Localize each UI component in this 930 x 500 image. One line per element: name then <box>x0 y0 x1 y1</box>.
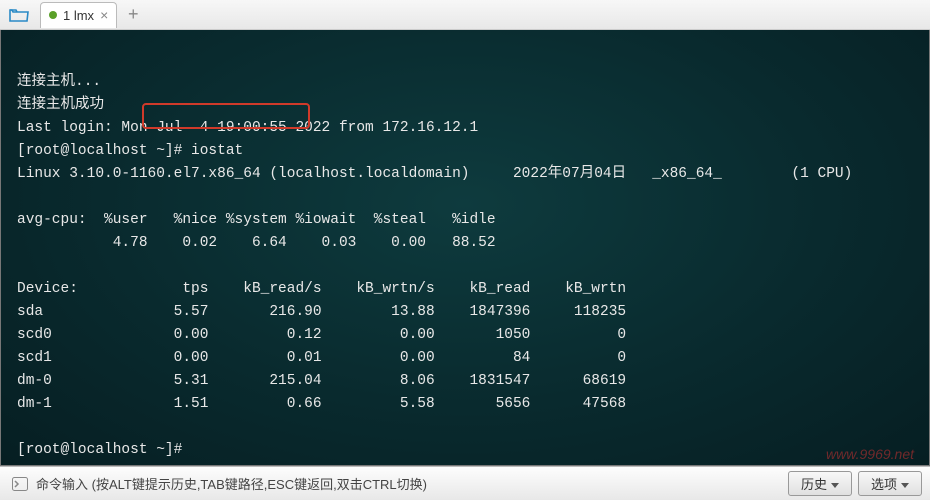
status-bar: 命令输入 (按ALT键提示历史,TAB键路径,ESC键返回,双击CTRL切换) … <box>0 466 930 500</box>
line-prompt2: [root@localhost ~]# <box>17 442 191 458</box>
line-last-login: Last login: Mon Jul 4 19:00:55 2022 from… <box>17 120 478 136</box>
watermark-text: www.9969.net <box>826 446 914 462</box>
line-dev-sda: sda 5.57 216.90 13.88 1847396 118235 <box>17 304 626 320</box>
tab-bar: 1 lmx × + <box>0 0 930 30</box>
tab-label: 1 lmx <box>63 8 94 23</box>
history-button[interactable]: 历史 <box>788 471 852 496</box>
line-dev-dm0: dm-0 5.31 215.04 8.06 1831547 68619 <box>17 373 626 389</box>
tab-session-1[interactable]: 1 lmx × <box>40 2 117 28</box>
chevron-down-icon <box>831 483 839 488</box>
line-cpu-header: avg-cpu: %user %nice %system %iowait %st… <box>17 212 496 228</box>
command-input-icon <box>12 477 28 491</box>
command-hint: 命令输入 (按ALT键提示历史,TAB键路径,ESC键返回,双击CTRL切换) <box>36 474 427 493</box>
line-dev-dm1: dm-1 1.51 0.66 5.58 5656 47568 <box>17 396 626 412</box>
tab-status-dot-icon <box>49 11 57 19</box>
line-dev-scd1: scd1 0.00 0.01 0.00 84 0 <box>17 350 626 366</box>
line-cpu-values: 4.78 0.02 6.64 0.03 0.00 88.52 <box>17 235 496 251</box>
tab-close-button[interactable]: × <box>100 8 108 22</box>
open-session-button[interactable] <box>4 3 34 27</box>
terminal-output[interactable]: 连接主机... 连接主机成功 Last login: Mon Jul 4 19:… <box>0 30 930 466</box>
command-iostat: iostat <box>191 143 243 159</box>
chevron-down-icon <box>901 483 909 488</box>
line-prompt1: [root@localhost ~]# iostat <box>17 143 243 159</box>
line-dev-scd0: scd0 0.00 0.12 0.00 1050 0 <box>17 327 626 343</box>
add-tab-button[interactable]: + <box>121 4 145 25</box>
line-connected: 连接主机成功 <box>17 97 104 113</box>
line-connecting: 连接主机... <box>17 74 101 90</box>
line-dev-header: Device: tps kB_read/s kB_wrtn/s kB_read … <box>17 281 626 297</box>
options-button[interactable]: 选项 <box>858 471 922 496</box>
line-sysinfo: Linux 3.10.0-1160.el7.x86_64 (localhost.… <box>17 166 852 182</box>
